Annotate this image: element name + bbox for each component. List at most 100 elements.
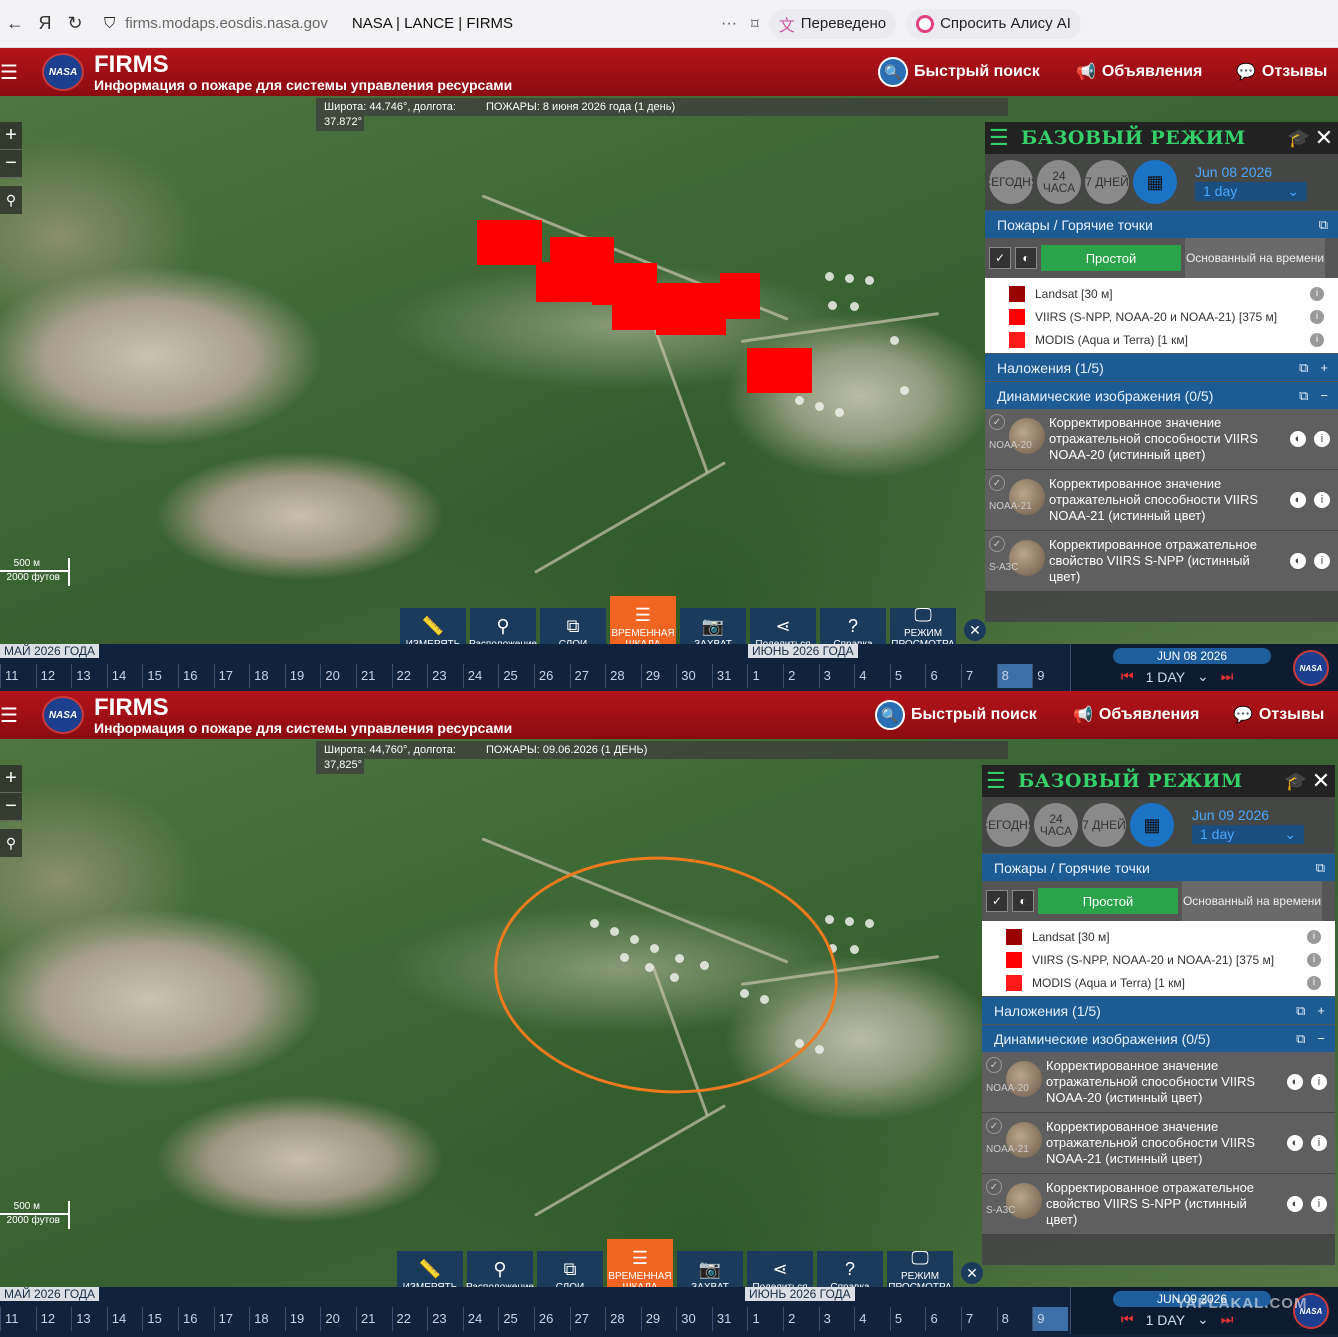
plus-icon[interactable]: +: [1320, 360, 1328, 376]
checkmark-icon[interactable]: ✓: [989, 536, 1005, 552]
contrast-icon[interactable]: ◐: [1287, 1135, 1303, 1151]
timeline-day[interactable]: 8: [996, 1307, 1033, 1331]
timeline-day[interactable]: 20: [320, 1307, 356, 1331]
fire-hotspot[interactable]: [747, 348, 812, 393]
timeline-day[interactable]: 11: [0, 664, 36, 688]
timeline-day[interactable]: 6: [925, 664, 961, 688]
back-icon[interactable]: ←: [0, 13, 30, 34]
contrast-icon[interactable]: ◐: [1287, 1074, 1303, 1090]
checkmark-icon[interactable]: ✓: [986, 890, 1008, 912]
nasa-logo[interactable]: NASA: [42, 53, 84, 91]
dynamic-layer-item[interactable]: ✓ NOAA-21 Корректированное значение отраж…: [982, 1113, 1335, 1174]
7d-button[interactable]: 7 ДНЕЙ: [1085, 160, 1129, 204]
timeline-duration[interactable]: 1 DAY: [1146, 669, 1185, 685]
info-icon[interactable]: i: [1311, 1135, 1327, 1151]
step-back-icon[interactable]: ⏮: [1121, 1311, 1134, 1328]
timeline-day[interactable]: 26: [533, 1307, 570, 1331]
timeline-day[interactable]: 19: [284, 664, 321, 688]
minus-icon[interactable]: −: [1317, 1031, 1325, 1047]
zoom-in-button[interactable]: +: [0, 122, 22, 150]
timeline-day[interactable]: 5: [889, 664, 926, 688]
quick-search-button[interactable]: 🔍 Быстрый поиск: [875, 691, 1037, 739]
timeline-day[interactable]: 9: [1032, 664, 1068, 688]
timeline-day-selected[interactable]: 9: [1032, 1307, 1068, 1331]
fire-hotspot[interactable]: [477, 220, 542, 265]
menu-icon[interactable]: ☰: [0, 703, 18, 728]
toolbar-close-icon[interactable]: ✕: [961, 1262, 983, 1284]
timeline-day[interactable]: 14: [106, 1307, 143, 1331]
translated-button[interactable]: 文 Переведено: [768, 8, 897, 39]
timeline-day[interactable]: 1: [747, 664, 783, 688]
info-icon[interactable]: i: [1310, 332, 1324, 347]
step-back-icon[interactable]: ⏮: [1121, 668, 1134, 685]
timeline-day[interactable]: 20: [320, 664, 356, 688]
info-icon[interactable]: i: [1307, 952, 1321, 967]
popout-icon[interactable]: ⧉: [1299, 388, 1308, 404]
contrast-icon[interactable]: ◐: [1287, 1196, 1303, 1212]
today-button[interactable]: СЕГОДНЯ: [989, 160, 1033, 204]
timeline-day[interactable]: 22: [391, 664, 428, 688]
info-icon[interactable]: i: [1307, 929, 1321, 944]
timeline-day-selected[interactable]: 8: [996, 664, 1033, 688]
fire-hotspot[interactable]: [720, 273, 760, 319]
timeline-day[interactable]: 24: [462, 1307, 499, 1331]
time-based-toggle[interactable]: Основанный на времени: [1182, 881, 1322, 921]
popout-icon[interactable]: ⧉: [1299, 360, 1308, 376]
date-selector[interactable]: Jun 09 2026 1 day ⌄: [1192, 806, 1304, 844]
fires-section-header[interactable]: Пожары / Горячие точки ⧉: [985, 210, 1338, 238]
timeline-day[interactable]: 5: [889, 1307, 926, 1331]
info-icon[interactable]: i: [1314, 492, 1330, 508]
timeline-day[interactable]: 12: [35, 1307, 72, 1331]
timeline-day[interactable]: 30: [676, 664, 712, 688]
chevron-down-icon[interactable]: ⌄: [1197, 668, 1209, 685]
timeline-day[interactable]: 18: [249, 664, 285, 688]
info-icon[interactable]: i: [1311, 1074, 1327, 1090]
menu-icon[interactable]: ☰: [0, 60, 18, 85]
checkmark-icon[interactable]: ✓: [989, 475, 1005, 491]
timeline-day[interactable]: 30: [676, 1307, 712, 1331]
timeline-day[interactable]: 15: [142, 664, 178, 688]
announcements-button[interactable]: 📢 Объявления: [1073, 691, 1199, 739]
simple-toggle[interactable]: Простой: [1038, 888, 1178, 914]
checkmark-icon[interactable]: ✓: [989, 247, 1011, 269]
checkmark-icon[interactable]: ✓: [989, 414, 1005, 430]
contrast-icon[interactable]: ◐: [1015, 247, 1037, 269]
timeline-day[interactable]: 23: [427, 1307, 463, 1331]
address-bar[interactable]: ⛉ firms.modaps.eosdis.nasa.gov NASA | LA…: [96, 7, 521, 41]
panel-menu-icon[interactable]: ☰: [986, 768, 1018, 794]
contrast-icon[interactable]: ◐: [1290, 492, 1306, 508]
contrast-icon[interactable]: ◐: [1012, 890, 1034, 912]
reviews-button[interactable]: 💬 Отзывы: [1236, 48, 1327, 96]
timeline-day[interactable]: 31: [711, 664, 748, 688]
step-forward-icon[interactable]: ⏭: [1221, 1311, 1234, 1328]
timeline-day[interactable]: 28: [605, 664, 641, 688]
chevron-down-icon[interactable]: ⌄: [1197, 1311, 1209, 1328]
dynamic-section-header[interactable]: Динамические изображения (0/5) ⧉ −: [985, 381, 1338, 409]
dynamic-layer-item[interactable]: ✓ NOAA-20 Корректированное значение отраж…: [982, 1052, 1335, 1113]
timeline-day[interactable]: 28: [605, 1307, 641, 1331]
overlays-section-header[interactable]: Наложения (1/5) ⧉ +: [982, 996, 1335, 1024]
graduation-cap-icon[interactable]: 🎓: [1288, 128, 1310, 149]
checkmark-icon[interactable]: ✓: [986, 1057, 1002, 1073]
timeline-day[interactable]: 26: [533, 664, 570, 688]
timeline-day[interactable]: 12: [35, 664, 72, 688]
popout-icon[interactable]: ⧉: [1316, 860, 1325, 876]
checkmark-icon[interactable]: ✓: [986, 1179, 1002, 1195]
timeline-day[interactable]: 15: [142, 1307, 178, 1331]
info-icon[interactable]: i: [1307, 975, 1321, 990]
overlays-section-header[interactable]: Наложения (1/5) ⧉ +: [985, 353, 1338, 381]
info-icon[interactable]: i: [1310, 309, 1324, 324]
dynamic-layer-item[interactable]: ✓ S-A3C Корректированное отражательное св…: [982, 1174, 1335, 1235]
timeline-day[interactable]: 7: [961, 664, 997, 688]
timeline-day[interactable]: 31: [711, 1307, 748, 1331]
7d-button[interactable]: 7 ДНЕЙ: [1082, 803, 1126, 847]
timeline-day[interactable]: 3: [818, 664, 855, 688]
calendar-icon[interactable]: ▦: [1130, 803, 1174, 847]
nasa-logo[interactable]: NASA: [42, 696, 84, 734]
timeline-day[interactable]: 29: [640, 664, 677, 688]
popout-icon[interactable]: ⧉: [1296, 1003, 1305, 1019]
timeline-date[interactable]: JUN 08 2026: [1113, 648, 1271, 664]
timeline-day[interactable]: 7: [961, 1307, 997, 1331]
dynamic-layer-item[interactable]: ✓ NOAA-20 Корректированное значение отраж…: [985, 409, 1338, 470]
dynamic-section-header[interactable]: Динамические изображения (0/5) ⧉ −: [982, 1024, 1335, 1052]
